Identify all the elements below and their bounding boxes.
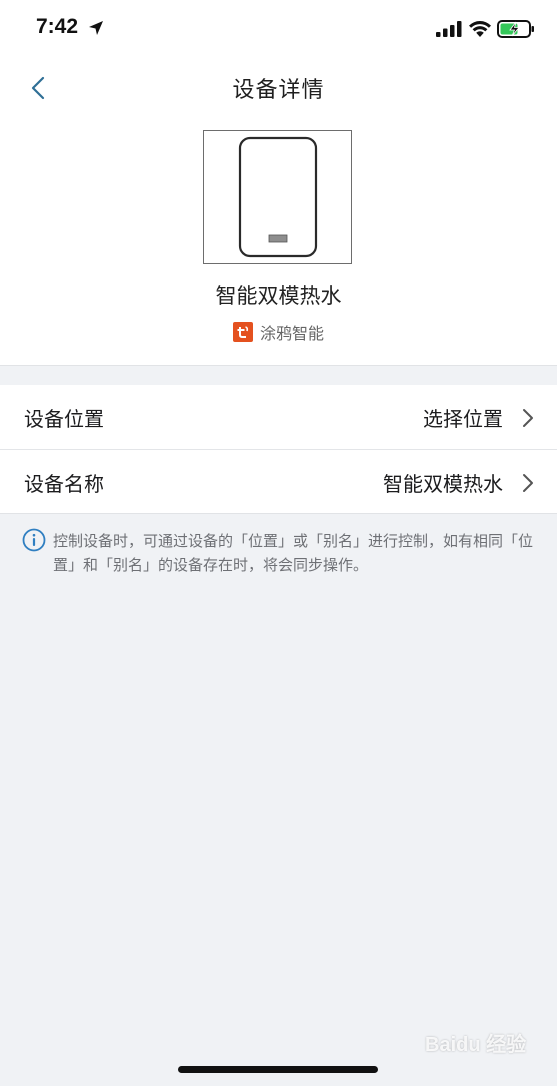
chevron-right-icon xyxy=(523,474,533,492)
brand-name: 涂鸦智能 xyxy=(259,324,324,343)
page-title: 设备详情 xyxy=(232,78,325,103)
device-image xyxy=(203,130,352,264)
status-time: 7:42 xyxy=(36,15,79,38)
navigation-bar: 设备详情 xyxy=(0,58,557,118)
battery-charging-icon xyxy=(497,20,534,38)
device-name-row[interactable]: 设备名称 智能双模热水 xyxy=(0,449,557,513)
device-name-value: 智能双模热水 xyxy=(383,472,503,496)
device-location-row[interactable]: 设备位置 选择位置 xyxy=(0,385,557,449)
device-name: 智能双模热水 xyxy=(215,284,342,308)
water-heater-illustration xyxy=(238,136,318,258)
device-location-value: 选择位置 xyxy=(423,407,503,431)
cellular-signal-icon xyxy=(436,21,462,37)
wifi-icon xyxy=(469,21,491,37)
location-arrow-icon xyxy=(89,21,103,35)
device-name-label: 设备名称 xyxy=(24,472,104,496)
home-indicator[interactable] xyxy=(178,1066,378,1073)
chevron-right-icon xyxy=(523,409,533,427)
device-header: 智能双模热水 涂鸦智能 xyxy=(0,118,557,366)
device-details-screen: 7:42 设备详情 智能双模热水 涂鸦智能 设备位置 选择位置 设备名称 智能双… xyxy=(0,0,557,1086)
info-icon xyxy=(22,528,46,552)
brand-row: 涂鸦智能 xyxy=(0,320,557,344)
device-location-label: 设备位置 xyxy=(24,407,104,431)
tuya-logo-icon xyxy=(232,322,253,342)
info-note-text: 控制设备时，可通过设备的「位置」或「别名」进行控制，如有相同「位置」和「别名」的… xyxy=(53,532,534,574)
watermark: Baidu 经验 xyxy=(425,1034,527,1056)
settings-list: 设备位置 选择位置 设备名称 智能双模热水 xyxy=(0,385,557,514)
status-bar: 7:42 xyxy=(0,0,557,58)
